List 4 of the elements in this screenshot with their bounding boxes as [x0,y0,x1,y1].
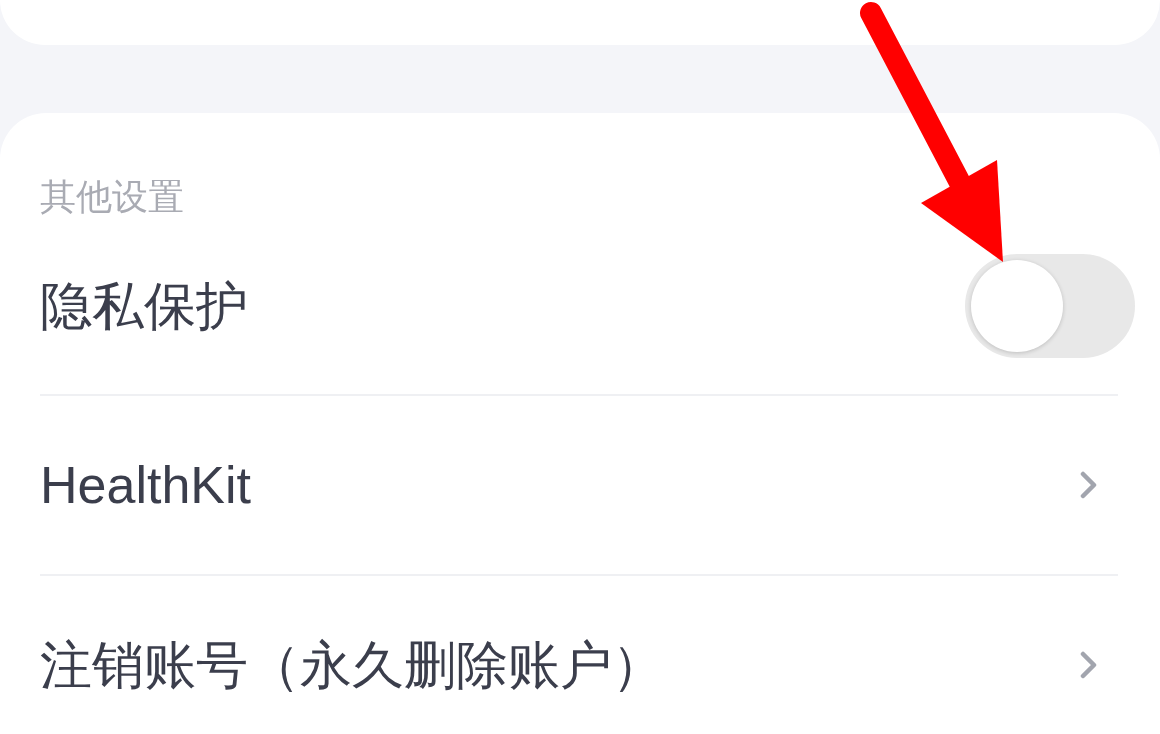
setting-label: 隐私保护 [40,276,248,337]
section-title: 其他设置 [40,175,184,218]
chevron-right-icon [1080,651,1098,679]
chevron-right-icon [1080,471,1098,499]
